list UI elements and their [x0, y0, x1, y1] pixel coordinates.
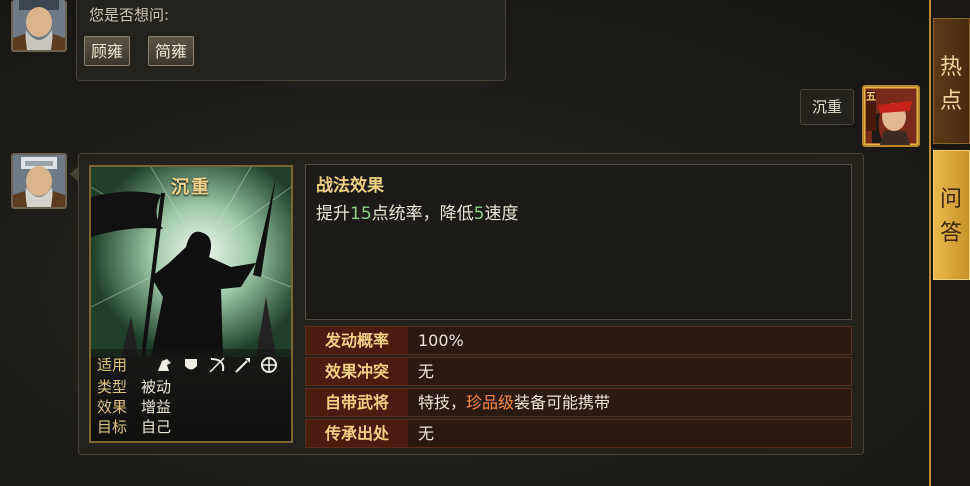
effect-type-row: 效果 增益	[97, 397, 171, 417]
shield-icon	[181, 355, 201, 375]
user-rank-badge: 五	[866, 92, 876, 103]
suggestion-button-gu-yong[interactable]: 顾雍	[84, 36, 131, 66]
applies-row: 适用	[97, 355, 277, 375]
skill-card-title: 沉重	[171, 177, 211, 198]
effect-title: 战法效果	[316, 176, 384, 196]
effect-type-label: 效果	[97, 398, 128, 416]
inherit-source-label: 传承出处	[306, 420, 408, 447]
did-you-mean-text: 您是否想问:	[89, 6, 170, 24]
trigger-rate-label: 发动概率	[306, 327, 408, 354]
effect-number-1: 15	[350, 204, 372, 224]
troop-type-icons	[155, 355, 279, 375]
bow-icon	[207, 355, 227, 375]
effect-conflict-value: 无	[418, 362, 435, 381]
suggestion-button-jian-yong[interactable]: 简雍	[148, 36, 195, 66]
user-avatar[interactable]: 五	[862, 85, 920, 147]
tab-qa-char-1: 问	[940, 187, 963, 212]
type-row: 类型 被动	[97, 377, 171, 397]
target-row: 目标 自己	[97, 417, 171, 437]
tab-hot-topics[interactable]: 热 点	[933, 18, 970, 144]
effect-description: 提升15点统率，降低5速度	[316, 199, 518, 224]
tab-qa-char-2: 答	[940, 221, 963, 246]
innate-general-label: 自带武将	[306, 389, 408, 416]
trigger-rate-row: 发动概率 100%	[305, 326, 852, 355]
tab-qa[interactable]: 问 答	[933, 150, 970, 280]
advisor-avatar	[11, 153, 67, 209]
effect-text-2: 点统率，降低	[371, 204, 474, 224]
advisor-portrait-icon	[13, 0, 65, 50]
user-message-bubble: 沉重	[800, 89, 854, 125]
target-value: 自己	[141, 418, 172, 436]
effect-number-2: 5	[473, 204, 485, 224]
tab-hot-char-2: 点	[940, 89, 963, 114]
effect-conflict-label: 效果冲突	[306, 358, 408, 385]
innate-general-text-2: 装备可能携带	[514, 393, 611, 412]
trigger-rate-value: 100%	[418, 331, 464, 350]
inherit-source-row: 传承出处 无	[305, 419, 852, 448]
cavalry-icon	[155, 355, 175, 375]
advisor-portrait-icon	[13, 155, 65, 207]
suggestion-bubble: 您是否想问: 顾雍 简雍	[76, 0, 506, 81]
right-tab-panel: 热 点 问 答	[929, 0, 970, 486]
innate-general-text-1: 特技，	[418, 393, 467, 412]
panel-edge	[929, 0, 931, 486]
inherit-source-value: 无	[418, 424, 435, 443]
effect-text-1: 提升	[316, 204, 350, 224]
spear-icon	[233, 355, 253, 375]
skill-effect-box: 战法效果 提升15点统率，降低5速度	[305, 164, 852, 320]
vehicle-icon	[259, 355, 279, 375]
effect-type-value: 增益	[141, 398, 172, 416]
advisor-avatar-top	[11, 0, 67, 52]
tab-hot-char-1: 热	[940, 55, 963, 80]
skill-card[interactable]: 沉重 适用 类型 被动 效果 增益 目标 自己	[89, 165, 293, 443]
target-label: 目标	[97, 418, 128, 436]
skill-card-stats: 适用 类型 被动 效果 增益 目标 自己	[91, 349, 291, 441]
innate-general-row: 自带武将 特技，珍品级装备可能携带	[305, 388, 852, 417]
effect-conflict-row: 效果冲突 无	[305, 357, 852, 386]
type-value: 被动	[141, 378, 172, 396]
innate-general-value: 特技，珍品级装备可能携带	[418, 389, 610, 416]
applies-label: 适用	[97, 356, 128, 374]
treasure-grade-text: 珍品级	[466, 393, 515, 412]
effect-text-3: 速度	[484, 204, 519, 224]
type-label: 类型	[97, 378, 128, 396]
